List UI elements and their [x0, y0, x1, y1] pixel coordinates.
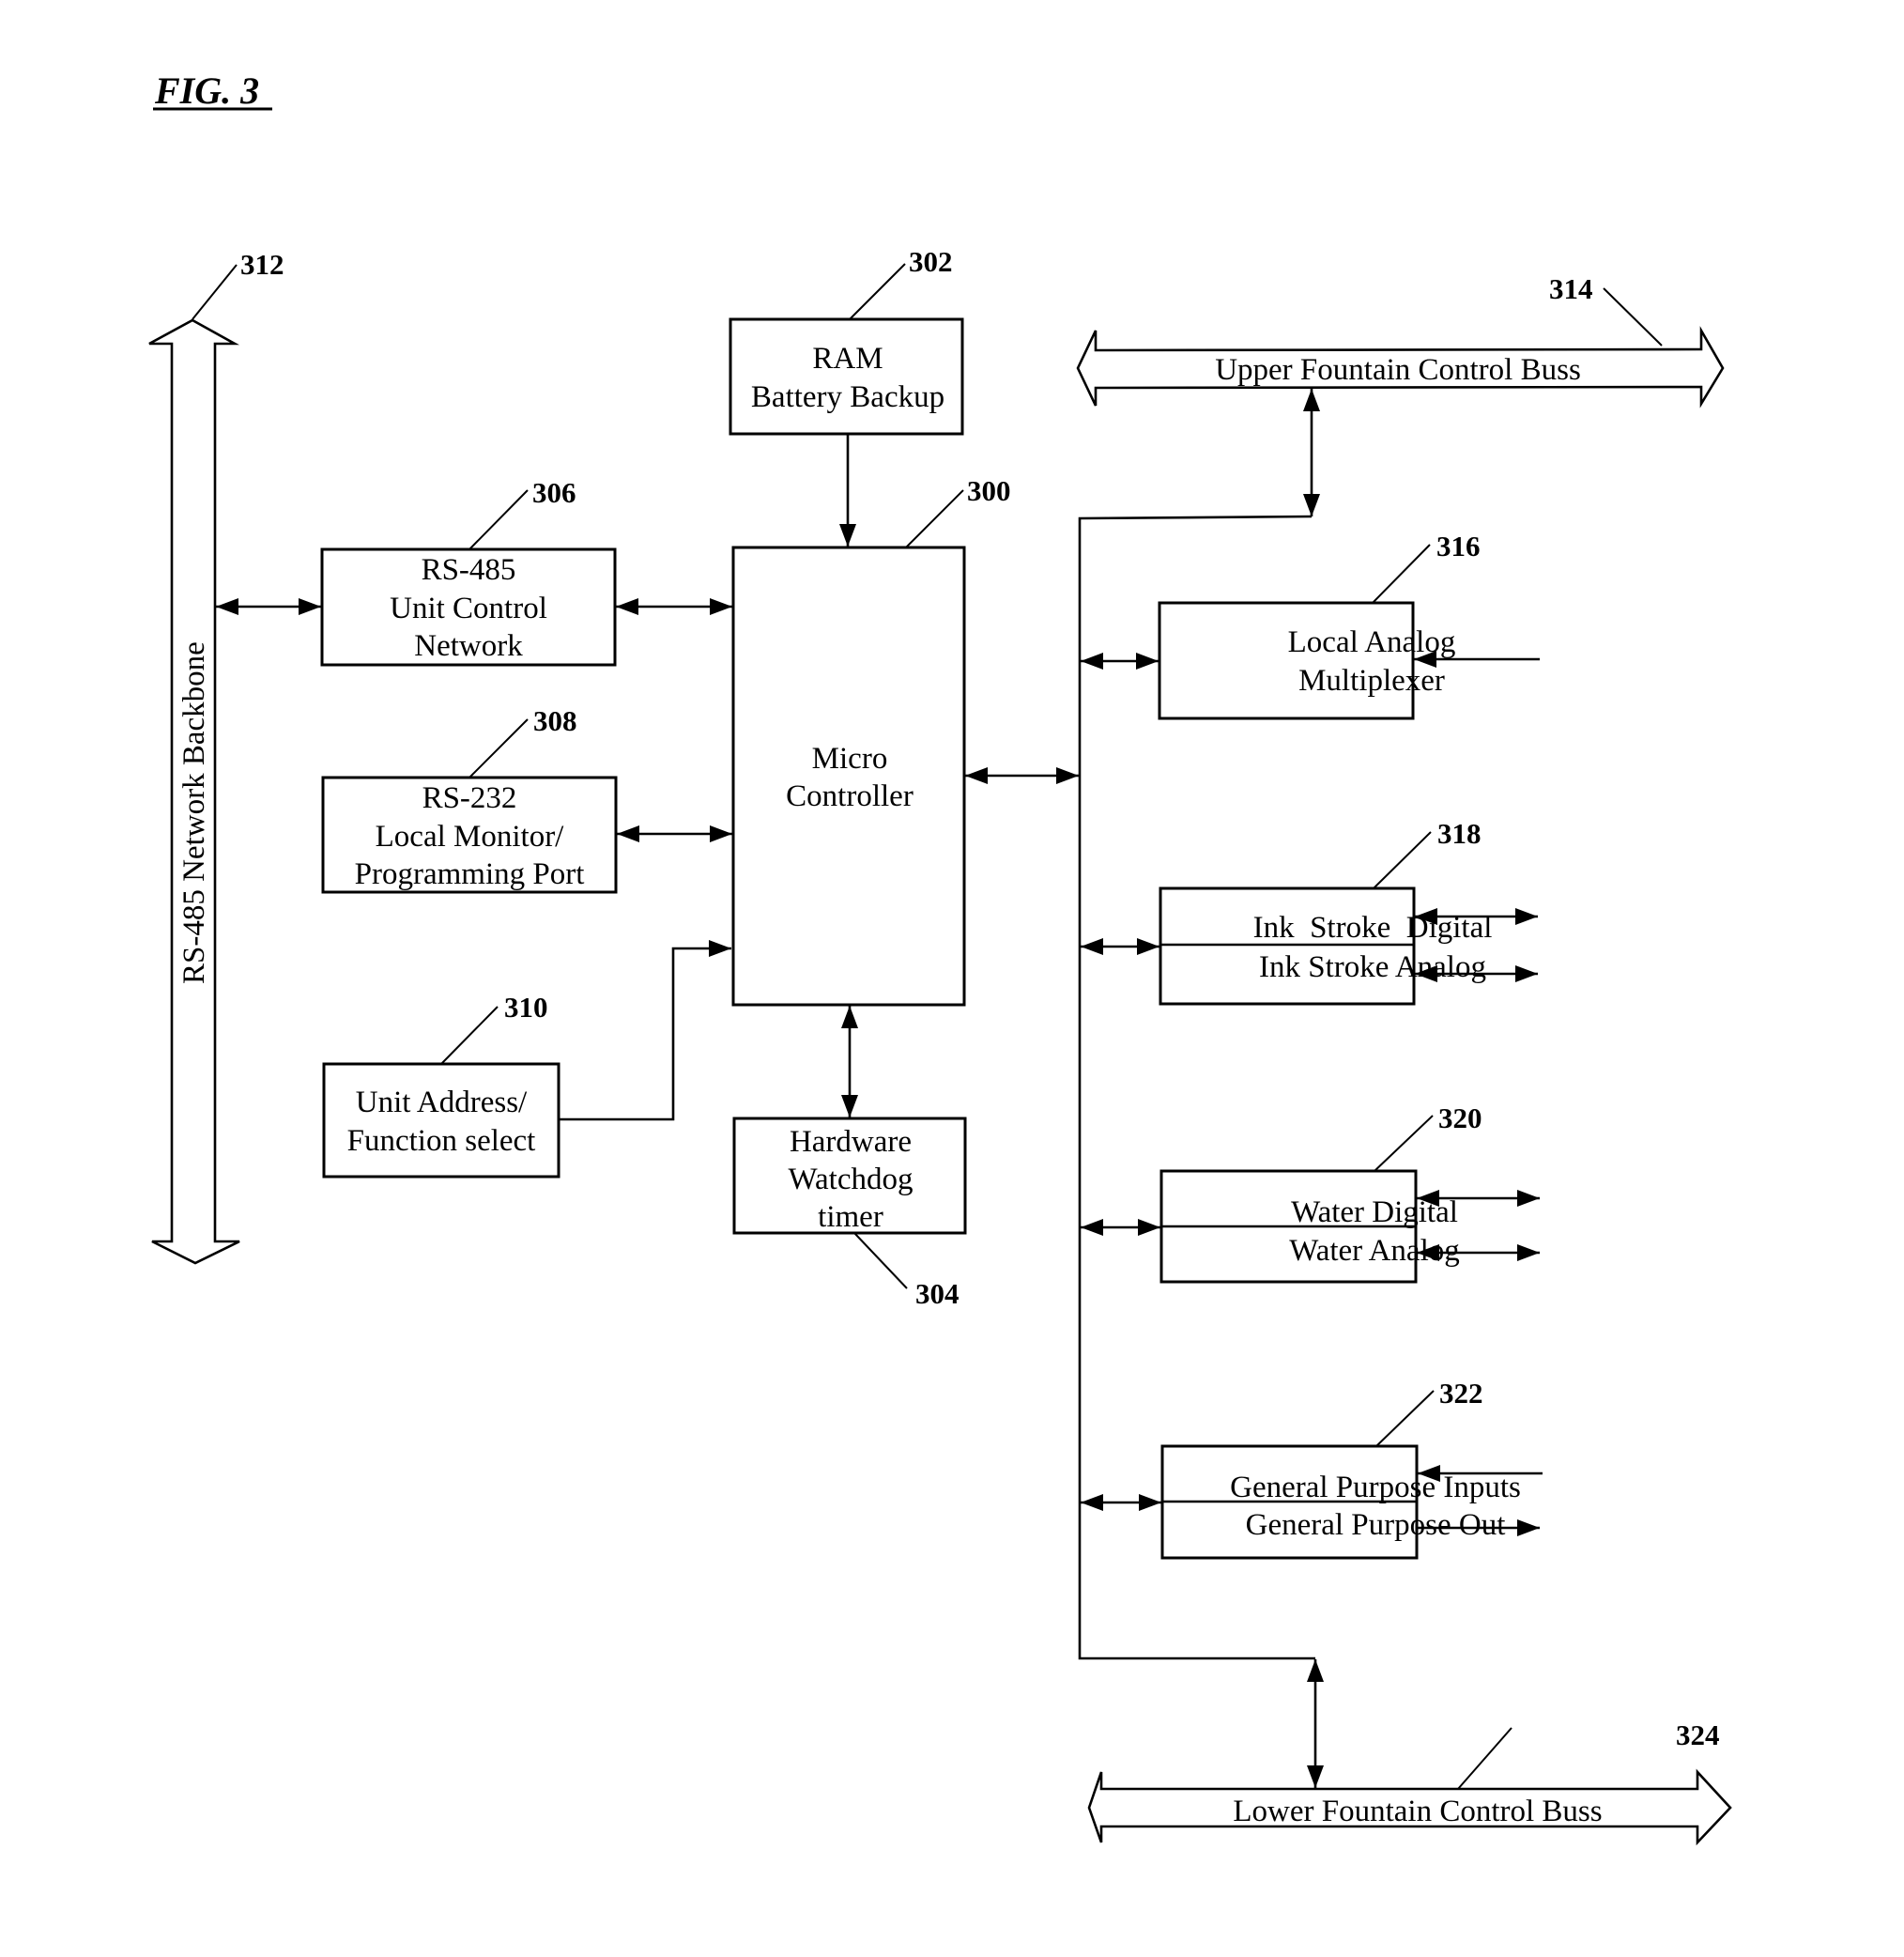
backbone-ref: 312: [240, 248, 284, 281]
lower-buss-ref-leader: [1457, 1727, 1512, 1790]
ink-analog-label: Ink Stroke Analog: [1259, 950, 1486, 984]
backbone-label: RS-485 Network Backbone: [177, 641, 211, 984]
lower-buss-ref: 324: [1676, 1718, 1720, 1751]
ram-ref: 302: [909, 245, 953, 278]
micro-ref: 300: [967, 474, 1011, 507]
block-diagram: FIG. 3 RS-485 Network Backbone 312 RAM B…: [148, 69, 1732, 1846]
analog-mux-ref-leader: [1372, 544, 1431, 604]
micro-ref-leader: [905, 489, 964, 548]
water-ref-leader: [1374, 1115, 1434, 1172]
block-unit-address: Unit Address/ Function select 310: [322, 991, 560, 1179]
rs485-network-backbone: RS-485 Network Backbone 312: [148, 248, 284, 1265]
rs485-line-1: RS-485: [422, 553, 516, 587]
gp-inputs-label: General Purpose Inputs: [1230, 1471, 1521, 1504]
rs485-line-3: Network: [414, 629, 523, 663]
micro-box: [731, 546, 966, 1007]
figure-title: FIG. 3: [153, 69, 272, 112]
block-general-purpose-io: General Purpose Inputs General Purpose O…: [1160, 1377, 1521, 1560]
block-rs232-local-monitor: RS-232 Local Monitor/ Programming Port 3…: [321, 704, 618, 894]
rs232-ref: 308: [533, 704, 577, 737]
rs485-ref: 306: [532, 476, 576, 509]
rs232-line-2: Local Monitor/: [376, 820, 565, 854]
ram-line-1: RAM: [812, 342, 883, 376]
watchdog-line-1: Hardware: [790, 1125, 912, 1159]
address-line-1: Unit Address/: [356, 1086, 528, 1119]
block-local-analog-multiplexer: Local Analog Multiplexer 316: [1158, 530, 1481, 720]
ink-ref: 318: [1437, 817, 1482, 850]
gp-ref: 322: [1439, 1377, 1483, 1410]
address-box: [322, 1062, 560, 1179]
watchdog-line-3: timer: [818, 1200, 883, 1234]
lower-fountain-control-buss: Lower Fountain Control Buss 324: [1087, 1718, 1732, 1846]
rs485-line-2: Unit Control: [390, 592, 547, 625]
rs232-ref-leader: [468, 718, 529, 778]
block-hardware-watchdog: Hardware Watchdog timer 304: [732, 1117, 967, 1310]
ink-box: [1159, 886, 1416, 1006]
upper-buss-ref-leader: [1603, 287, 1663, 347]
analog-mux-line-1: Local Analog: [1288, 625, 1456, 659]
water-analog-label: Water Analog: [1289, 1234, 1460, 1268]
upper-buss-ref: 314: [1549, 272, 1593, 305]
water-digital-label: Water Digital: [1291, 1195, 1458, 1229]
block-micro-controller: Micro Controller 300: [731, 474, 1011, 1007]
block-rs485-unit-control: RS-485 Unit Control Network 306: [320, 476, 617, 667]
address-line-2: Function select: [347, 1124, 536, 1158]
address-ref-leader: [440, 1006, 499, 1065]
address-to-micro-arrow: [559, 940, 731, 1121]
figure-title-text: FIG. 3: [154, 69, 259, 112]
micro-line-2: Controller: [786, 779, 914, 813]
ram-box: [729, 317, 964, 436]
block-ram-battery-backup: RAM Battery Backup 302: [729, 245, 964, 436]
backbone-ref-leader: [192, 264, 238, 320]
rs232-line-1: RS-232: [422, 781, 517, 815]
ink-ref-leader: [1373, 831, 1432, 889]
gp-out-label: General Purpose Out: [1246, 1508, 1506, 1542]
ram-line-2: Battery Backup: [751, 380, 944, 414]
water-ref: 320: [1438, 1102, 1482, 1134]
watchdog-line-2: Watchdog: [789, 1163, 914, 1196]
ram-ref-leader: [849, 263, 906, 320]
block-ink-stroke: Ink Stroke Digital Ink Stroke Analog 318: [1159, 817, 1492, 1006]
analog-mux-box: [1158, 601, 1415, 720]
lower-buss-label: Lower Fountain Control Buss: [1233, 1795, 1602, 1828]
upper-fountain-control-buss: Upper Fountain Control Buss 314: [1076, 272, 1725, 408]
address-ref: 310: [504, 991, 548, 1024]
micro-line-1: Micro: [812, 742, 888, 776]
rs232-line-3: Programming Port: [355, 857, 585, 891]
watchdog-ref-leader: [853, 1232, 908, 1289]
block-water: Water Digital Water Analog 320: [1159, 1102, 1482, 1284]
analog-mux-ref: 316: [1436, 530, 1481, 562]
analog-mux-line-2: Multiplexer: [1298, 664, 1445, 698]
rs485-ref-leader: [468, 489, 529, 550]
watchdog-ref: 304: [915, 1277, 960, 1310]
upper-buss-label: Upper Fountain Control Buss: [1215, 353, 1581, 387]
gp-ref-leader: [1375, 1390, 1435, 1447]
